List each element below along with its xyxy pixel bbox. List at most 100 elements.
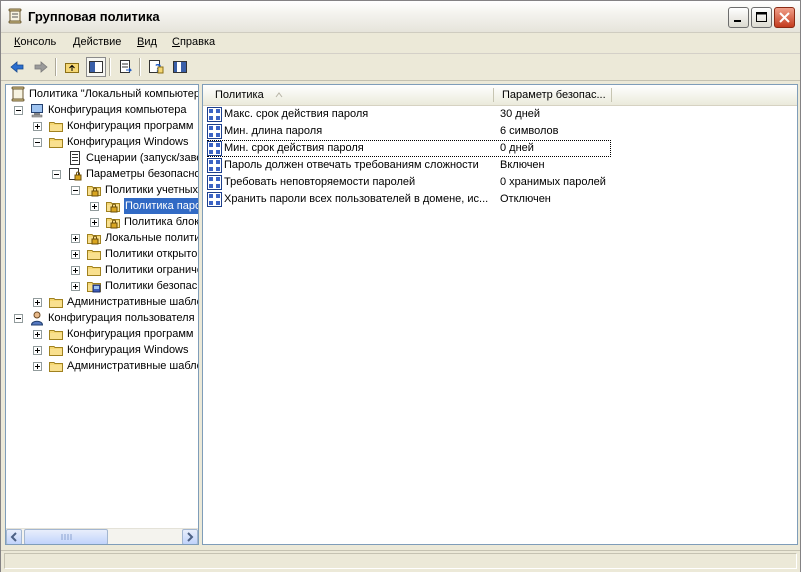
expand-toggle[interactable]: [33, 362, 42, 371]
policy-value: 0 хранимых паролей: [500, 176, 606, 188]
tree-node[interactable]: Сценарии (запуск/завершение): [6, 150, 198, 166]
tree-node[interactable]: Конфигурация Windows: [6, 134, 198, 150]
policy-name: Мин. срок действия пароля: [224, 142, 364, 154]
tree-node[interactable]: Параметры безопасности: [6, 166, 198, 182]
tree-node[interactable]: Политики ограниченного использования про…: [6, 262, 198, 278]
tree-node[interactable]: Политики открытого ключа: [6, 246, 198, 262]
menu-console[interactable]: Консоль: [14, 36, 56, 48]
menu-bar: Консоль Действие Вид Справка: [1, 33, 800, 54]
folder-icon: [49, 346, 63, 356]
menu-help[interactable]: Справка: [172, 36, 215, 48]
tree-node-label: Политики безопасности IP: [105, 280, 198, 292]
column-header-security-setting[interactable]: Параметр безопас...: [502, 85, 606, 105]
collapse-toggle[interactable]: [14, 314, 23, 323]
console-tree-pane: Политика "Локальный компьютер" Конфигурац…: [5, 84, 199, 545]
expand-toggle[interactable]: [33, 298, 42, 307]
menu-action[interactable]: Действие: [73, 36, 121, 48]
close-button[interactable]: [774, 7, 795, 28]
policy-row[interactable]: Требовать неповторяемости паролей 0 храни…: [207, 174, 797, 191]
export-list-icon: [120, 60, 133, 73]
help-icon: ?: [149, 60, 164, 75]
show-hide-tree-button[interactable]: [86, 57, 106, 77]
tree-node[interactable]: Политики безопасности IP: [6, 278, 198, 294]
back-button[interactable]: [7, 57, 27, 77]
policy-row[interactable]: Пароль должен отвечать требованиям сложн…: [207, 157, 797, 174]
expand-toggle[interactable]: [33, 346, 42, 355]
expand-toggle[interactable]: [71, 250, 80, 259]
policy-row[interactable]: Мин. срок действия пароля 0 дней: [207, 140, 611, 157]
folder-icon: [49, 362, 63, 372]
export-list-button[interactable]: [115, 57, 135, 77]
policy-name: Хранить пароли всех пользователей в доме…: [224, 193, 489, 205]
folder-up-icon: [65, 63, 79, 73]
tree-node-label: Политика блокировки учетной записи: [124, 216, 199, 228]
window-title: Групповая политика: [28, 9, 160, 24]
tree-node[interactable]: Административные шаблоны: [6, 294, 198, 310]
policy-value: 0 дней: [500, 142, 534, 154]
collapse-toggle[interactable]: [14, 106, 23, 115]
expand-toggle[interactable]: [71, 282, 80, 291]
policy-name: Требовать неповторяемости паролей: [224, 176, 416, 188]
expand-toggle[interactable]: [90, 218, 99, 227]
collapse-toggle[interactable]: [71, 186, 80, 195]
collapse-toggle[interactable]: [33, 138, 42, 147]
policy-row[interactable]: Макс. срок действия пароля 30 дней: [207, 106, 797, 123]
tree-node[interactable]: Конфигурация компьютера: [6, 102, 198, 118]
sort-indicator-icon: [275, 92, 283, 98]
policy-scroll-icon: [11, 86, 25, 102]
show-hide-action-pane-button[interactable]: [170, 57, 190, 77]
tree-node-label: Политики учетных записей: [105, 184, 199, 196]
tree-node[interactable]: Политика паролей: [6, 198, 198, 214]
folder-icon: [49, 330, 63, 340]
policy-name: Макс. срок действия пароля: [224, 108, 369, 120]
policy-row[interactable]: Мин. длина пароля 6 символов: [207, 123, 797, 140]
up-one-level-button[interactable]: [62, 57, 82, 77]
policy-row[interactable]: Хранить пароли всех пользователей в доме…: [207, 191, 797, 208]
tree-node[interactable]: Локальные политики: [6, 230, 198, 246]
tree-node[interactable]: Административные шаблоны: [6, 358, 198, 374]
maximize-icon: [756, 12, 767, 22]
expand-toggle[interactable]: [71, 234, 80, 243]
tree-node[interactable]: Конфигурация пользователя: [6, 310, 198, 326]
maximize-button[interactable]: [751, 7, 772, 28]
tree-node-label: Административные шаблоны: [67, 360, 198, 372]
action-pane-icon: [173, 61, 187, 73]
minimize-button[interactable]: [728, 7, 749, 28]
tree-node[interactable]: Политика "Локальный компьютер": [6, 86, 199, 102]
scroll-right-button[interactable]: [182, 529, 198, 544]
policy-setting-icon: [207, 175, 222, 190]
tree-horizontal-scrollbar[interactable]: [6, 528, 198, 544]
help-button[interactable]: ?: [146, 57, 166, 77]
scroll-thumb[interactable]: [24, 529, 108, 544]
security-settings-icon: [69, 168, 82, 181]
tree-node-label: Локальные политики: [105, 232, 198, 244]
folder-icon: [49, 138, 63, 148]
forward-button[interactable]: [31, 57, 51, 77]
tree-node-label: Политика "Локальный компьютер": [29, 88, 199, 100]
expand-toggle[interactable]: [71, 266, 80, 275]
expand-toggle[interactable]: [33, 122, 42, 131]
group-policy-window: Групповая политика Консоль Действие Вид …: [0, 0, 801, 572]
policy-scroll-icon: [8, 8, 22, 24]
tree-node[interactable]: Конфигурация программ: [6, 326, 198, 342]
list-header: Политика Параметр безопас...: [203, 85, 797, 106]
minimize-icon: [734, 20, 741, 22]
tree-node[interactable]: Конфигурация программ: [6, 118, 198, 134]
scroll-right-arrow-icon: [187, 532, 194, 542]
column-header-policy[interactable]: Политика: [215, 85, 264, 105]
locked-folder-icon: [106, 202, 120, 213]
collapse-toggle[interactable]: [52, 170, 61, 179]
tree-node-label: Административные шаблоны: [67, 296, 198, 308]
locked-folder-icon: [87, 234, 101, 245]
scroll-left-button[interactable]: [6, 529, 22, 544]
menu-view[interactable]: Вид: [137, 36, 157, 48]
tree-node[interactable]: Конфигурация Windows: [6, 342, 198, 358]
tree-node[interactable]: Политики учетных записей: [6, 182, 199, 198]
expand-toggle[interactable]: [33, 330, 42, 339]
tree-node-label: Политики ограниченного использования про…: [105, 264, 198, 276]
title-bar[interactable]: Групповая политика: [1, 1, 800, 33]
expand-toggle[interactable]: [90, 202, 99, 211]
tree-node[interactable]: Политика блокировки учетной записи: [6, 214, 199, 230]
policy-value: Отключен: [500, 193, 551, 205]
folder-icon: [49, 298, 63, 308]
